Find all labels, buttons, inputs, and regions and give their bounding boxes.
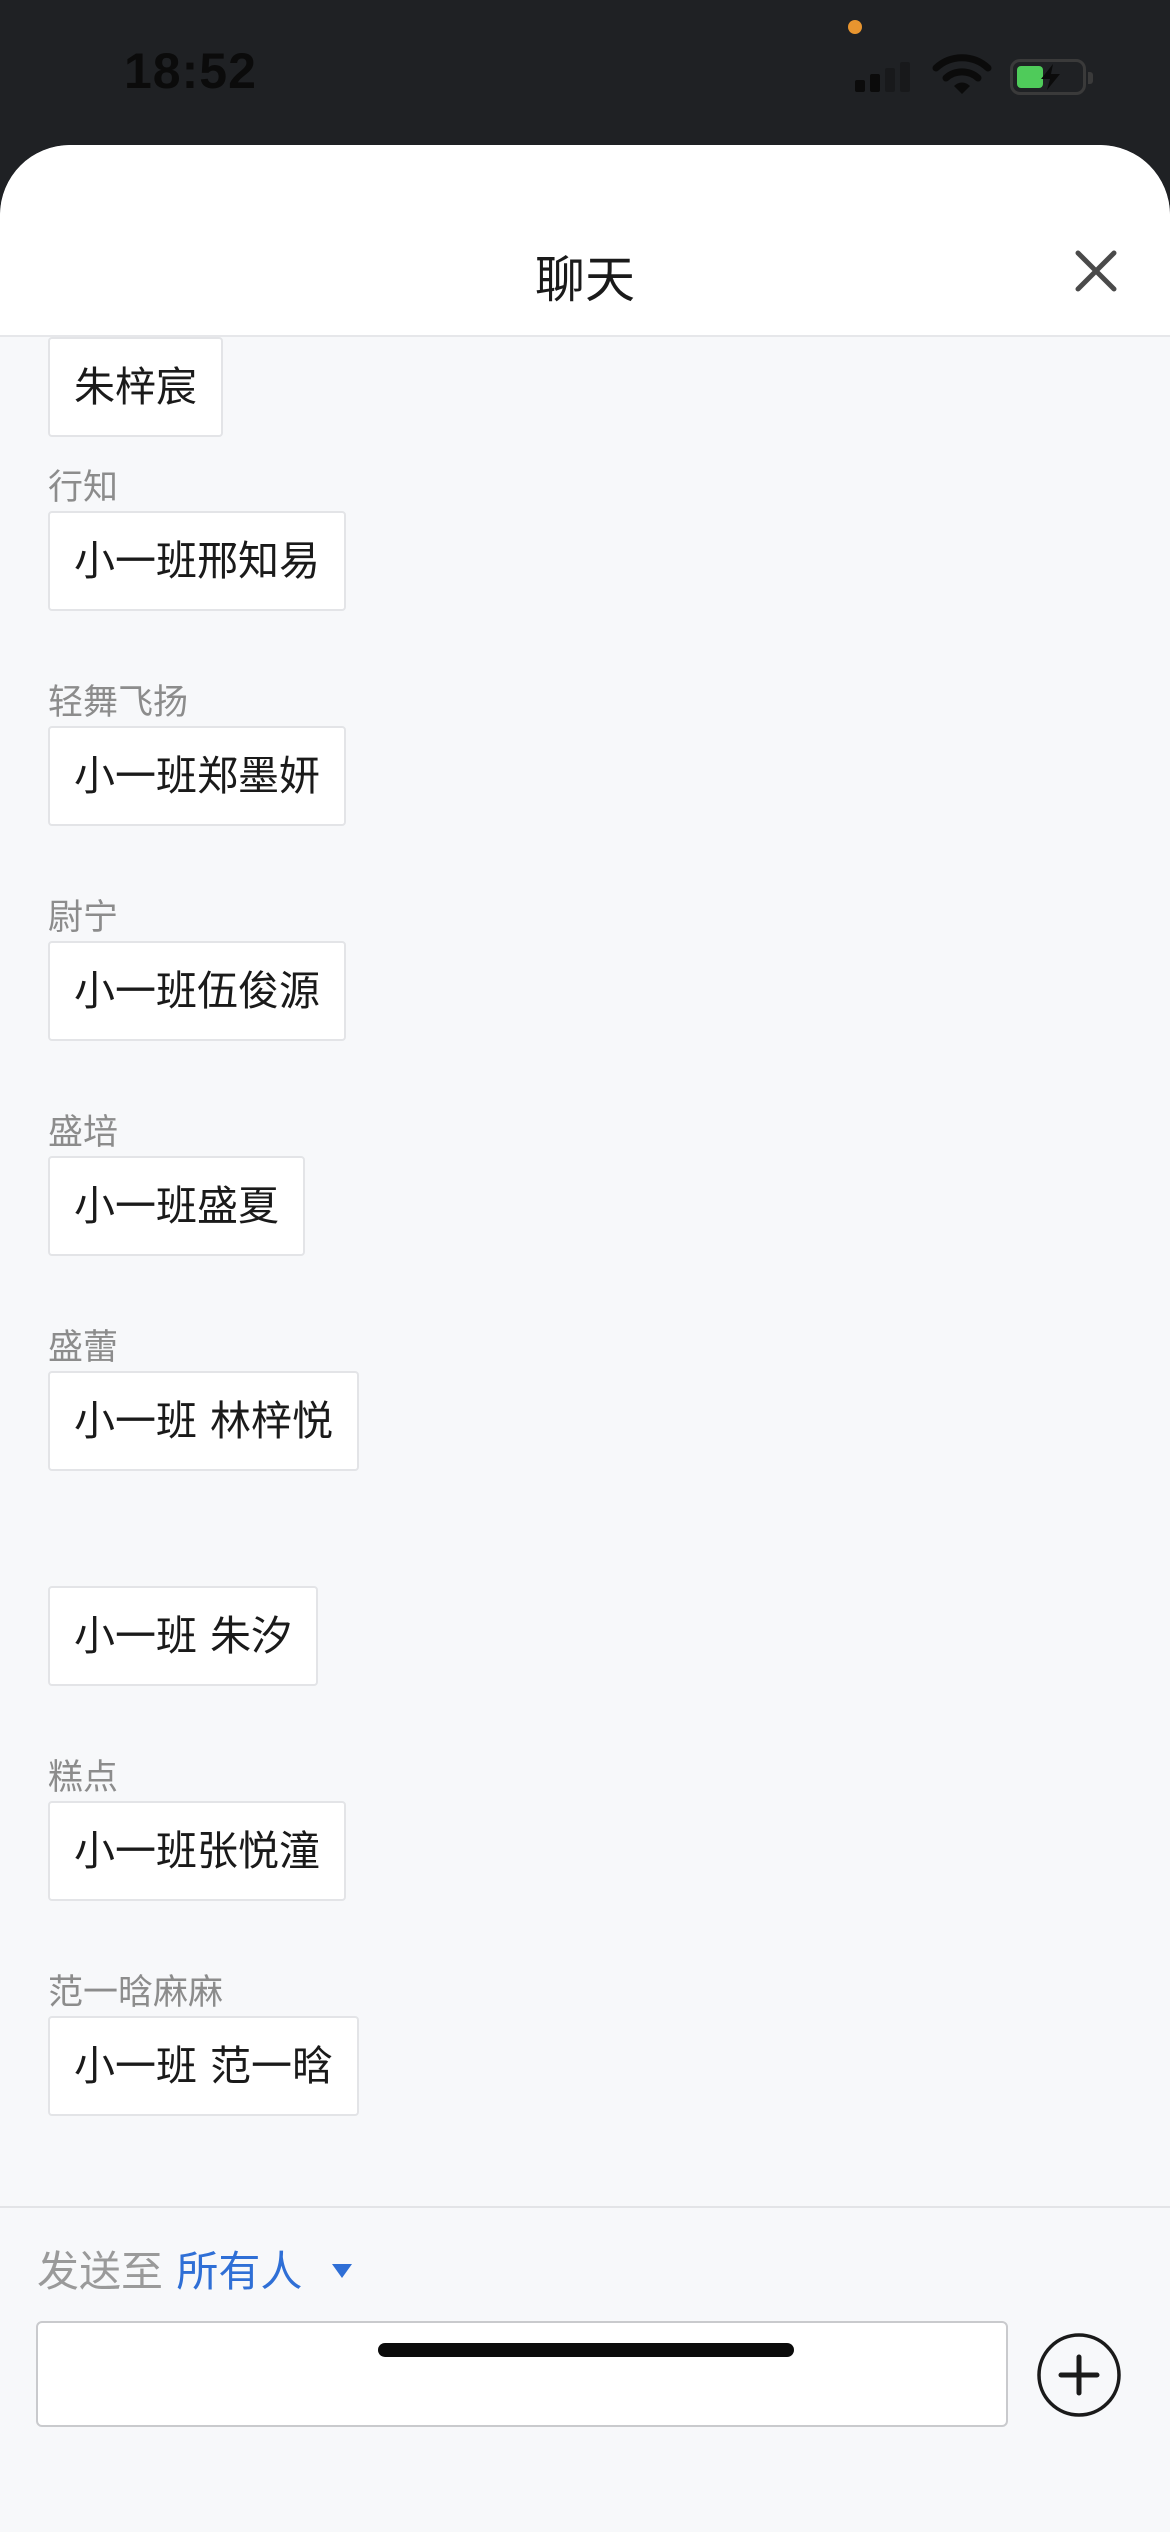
message-bubble: 小一班 林梓悦 [48,1371,360,1471]
message-sender: 范一晗麻麻 [48,1973,224,2013]
message-sender: 轻舞飞扬 [48,683,189,723]
battery-charging-icon [1010,59,1093,95]
chat-sheet: 聊天 朱梓宸 行知 小一班邢知易 轻舞飞扬 小一班郑墨妍 尉宁 小一班伍俊源 盛… [0,145,1170,2532]
message-sender: 盛培 [48,1113,119,1153]
send-to-selector[interactable]: 发送至 所有人 [37,2238,352,2299]
status-time: 18:52 [124,43,257,99]
send-to-target[interactable]: 所有人 [176,2247,302,2296]
message-input[interactable] [36,2321,1008,2427]
message-sender: 尉宁 [48,898,119,938]
message-bubble: 小一班 朱汐 [48,1586,319,1686]
message-bubble: 小一班伍俊源 [48,941,346,1041]
close-icon[interactable] [1070,245,1122,297]
wifi-icon [932,54,992,94]
send-to-label: 发送至 [37,2247,164,2296]
message-bubble: 小一班郑墨妍 [48,726,346,826]
composer: 发送至 所有人 [0,2206,1170,2532]
dropdown-caret-icon[interactable] [331,2263,352,2278]
chat-header: 聊天 [0,145,1170,337]
privacy-indicator-dot [848,20,862,34]
message-bubble: 小一班盛夏 [48,1156,305,1256]
message-bubble: 小一班 范一晗 [48,2016,360,2116]
message-sender: 糕点 [48,1758,119,1798]
status-bar: 18:52 [0,0,1170,150]
message-sender: 盛蕾 [48,1328,119,1368]
message-bubble: 朱梓宸 [48,337,223,437]
page-title: 聊天 [535,251,635,309]
message-bubble: 小一班邢知易 [48,511,346,611]
message-sender: 行知 [48,468,119,508]
add-attachment-icon[interactable] [1036,2332,1122,2418]
home-indicator[interactable] [378,2343,794,2357]
cellular-signal-icon [855,62,910,92]
message-bubble: 小一班张悦潼 [48,1801,346,1901]
